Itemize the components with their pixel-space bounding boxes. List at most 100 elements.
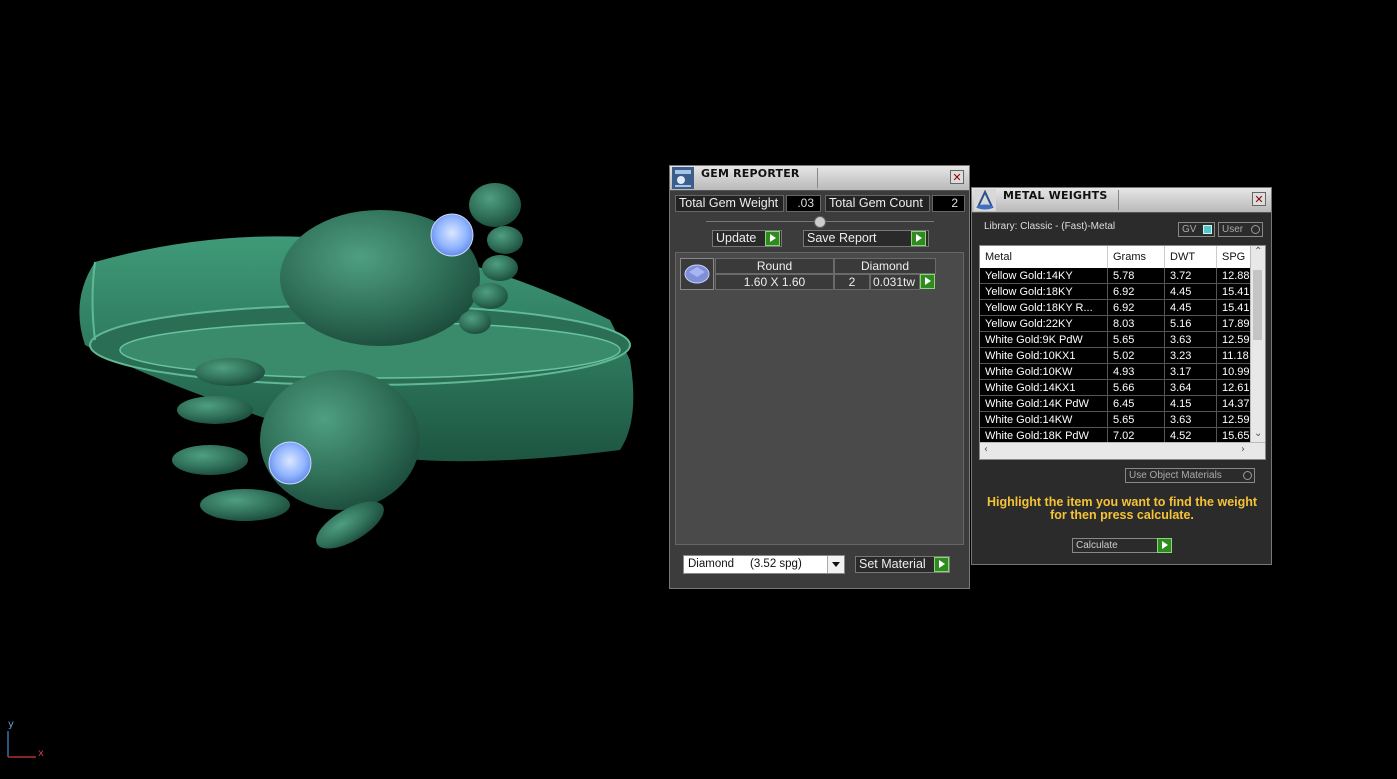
metal-table[interactable]: Metal Grams DWT SPG Yellow Gold:14KY 5.78… xyxy=(979,245,1266,460)
gv-toggle-label: GV xyxy=(1182,224,1197,235)
cell-metal-name: Yellow Gold:14KY xyxy=(980,268,1108,284)
scroll-down-icon[interactable]: ⌄ xyxy=(1254,428,1262,439)
cell-dwt: 4.45 xyxy=(1165,284,1217,300)
table-row[interactable]: White Gold:14KW 5.65 3.63 12.59 xyxy=(980,412,1251,428)
gem-reporter-app-icon xyxy=(672,167,694,189)
cell-metal-name: White Gold:9K PdW xyxy=(980,332,1108,348)
cell-spg: 15.41 xyxy=(1217,284,1251,300)
cell-grams: 6.92 xyxy=(1108,284,1165,300)
cell-spg: 15.41 xyxy=(1217,300,1251,316)
cell-spg: 17.89 xyxy=(1217,316,1251,332)
cell-metal-name: White Gold:10KW xyxy=(980,364,1108,380)
cell-grams: 8.03 xyxy=(1108,316,1165,332)
vertical-scrollbar[interactable]: ⌃ ⌄ xyxy=(1250,246,1265,443)
gem-reporter-titlebar[interactable]: GEM REPORTER ✕ xyxy=(670,166,969,191)
cell-dwt: 4.45 xyxy=(1165,300,1217,316)
vertical-scrollbar-thumb[interactable] xyxy=(1253,270,1262,340)
cell-metal-name: Yellow Gold:22KY xyxy=(980,316,1108,332)
material-select-value: Diamond (3.52 spg) xyxy=(688,558,802,570)
cell-dwt: 3.72 xyxy=(1165,268,1217,284)
metal-weights-titlebar[interactable]: METAL WEIGHTS ✕ xyxy=(972,188,1271,213)
gem-size: 1.60 X 1.60 xyxy=(715,274,834,290)
table-row[interactable]: White Gold:14K PdW 6.45 4.15 14.37 xyxy=(980,396,1251,412)
metal-weights-panel: METAL WEIGHTS ✕ Library: Classic - (Fast… xyxy=(971,187,1272,565)
axis-x-label: x xyxy=(38,748,44,759)
ring-model xyxy=(79,183,634,549)
cell-metal-name: White Gold:14KX1 xyxy=(980,380,1108,396)
cell-metal-name: White Gold:14KW xyxy=(980,412,1108,428)
cell-spg: 12.59 xyxy=(1217,332,1251,348)
scroll-right-icon[interactable]: › xyxy=(1241,444,1245,455)
gv-toggle[interactable]: GV xyxy=(1178,222,1215,237)
cell-metal-name: White Gold:14K PdW xyxy=(980,396,1108,412)
table-row[interactable]: White Gold:10KX1 5.02 3.23 11.18 xyxy=(980,348,1251,364)
column-header-dwt[interactable]: DWT xyxy=(1165,246,1217,268)
scroll-up-icon[interactable]: ⌃ xyxy=(1254,246,1262,257)
table-row[interactable]: Yellow Gold:22KY 8.03 5.16 17.89 xyxy=(980,316,1251,332)
cell-grams: 5.65 xyxy=(1108,412,1165,428)
horizontal-scrollbar[interactable]: ‹ › xyxy=(980,442,1265,459)
user-toggle-label: User xyxy=(1222,224,1244,235)
cell-metal-name: White Gold:10KX1 xyxy=(980,348,1108,364)
cell-spg: 14.37 xyxy=(1217,396,1251,412)
calculate-go-icon[interactable] xyxy=(1157,538,1172,553)
cell-spg: 12.61 xyxy=(1217,380,1251,396)
cell-metal-name: Yellow Gold:18KY xyxy=(980,284,1108,300)
table-row[interactable]: White Gold:9K PdW 5.65 3.63 12.59 xyxy=(980,332,1251,348)
gem-material: Diamond xyxy=(834,258,936,274)
scroll-left-icon[interactable]: ‹ xyxy=(984,444,988,455)
round-gem-icon xyxy=(680,258,714,290)
cell-spg: 10.99 xyxy=(1217,364,1251,380)
cell-metal-name: Yellow Gold:18KY R... xyxy=(980,300,1108,316)
cell-dwt: 3.63 xyxy=(1165,332,1217,348)
column-header-metal[interactable]: Metal xyxy=(980,246,1108,268)
cell-grams: 5.66 xyxy=(1108,380,1165,396)
table-row[interactable]: Yellow Gold:18KY 6.92 4.45 15.41 xyxy=(980,284,1251,300)
column-header-grams[interactable]: Grams xyxy=(1108,246,1165,268)
splitter-knob-icon[interactable] xyxy=(814,216,826,228)
axis-y-label: y xyxy=(8,719,14,730)
cell-grams: 5.78 xyxy=(1108,268,1165,284)
table-row[interactable]: Yellow Gold:18KY R... 6.92 4.45 15.41 xyxy=(980,300,1251,316)
table-row[interactable]: White Gold:14KX1 5.66 3.64 12.61 xyxy=(980,380,1251,396)
gem-weight: 0.031tw xyxy=(870,274,920,290)
cell-grams: 5.65 xyxy=(1108,332,1165,348)
close-icon[interactable]: ✕ xyxy=(950,170,964,184)
table-row[interactable]: Yellow Gold:14KY 5.78 3.72 12.88 xyxy=(980,268,1251,284)
update-go-icon[interactable] xyxy=(765,231,780,246)
gem-list[interactable]: Round Diamond 1.60 X 1.60 2 0.031tw xyxy=(675,252,964,545)
cell-spg: 12.88 xyxy=(1217,268,1251,284)
set-material-go-icon[interactable] xyxy=(934,557,949,572)
total-gem-count-label: Total Gem Count xyxy=(825,195,930,212)
total-gem-count-value: 2 xyxy=(932,195,965,212)
gem-count: 2 xyxy=(834,274,870,290)
total-gem-weight-value: .03 xyxy=(786,195,821,212)
save-report-go-icon[interactable] xyxy=(911,231,926,246)
column-header-spg[interactable]: SPG xyxy=(1217,246,1251,268)
gem-shape: Round xyxy=(715,258,834,274)
cell-grams: 6.45 xyxy=(1108,396,1165,412)
library-label: Library: Classic - (Fast)-Metal xyxy=(984,221,1116,232)
cell-dwt: 3.23 xyxy=(1165,348,1217,364)
cell-grams: 6.92 xyxy=(1108,300,1165,316)
gem-reporter-panel: GEM REPORTER ✕ Total Gem Weight .03 Tota… xyxy=(669,165,970,589)
table-header: Metal Grams DWT SPG xyxy=(980,246,1251,268)
metal-weights-app-icon xyxy=(974,189,996,211)
cell-spg: 11.18 xyxy=(1217,348,1251,364)
cell-dwt: 3.64 xyxy=(1165,380,1217,396)
cell-grams: 5.02 xyxy=(1108,348,1165,364)
gem-list-item[interactable]: Round Diamond 1.60 X 1.60 2 0.031tw xyxy=(680,258,938,291)
close-icon[interactable]: ✕ xyxy=(1252,192,1266,206)
table-row[interactable]: White Gold:10KW 4.93 3.17 10.99 xyxy=(980,364,1251,380)
cell-grams: 4.93 xyxy=(1108,364,1165,380)
cell-spg: 12.59 xyxy=(1217,412,1251,428)
use-object-materials-toggle[interactable]: Use Object Materials xyxy=(1125,468,1255,483)
user-toggle[interactable]: User xyxy=(1218,222,1263,237)
metal-weights-title: METAL WEIGHTS xyxy=(1003,189,1108,202)
use-object-materials-label: Use Object Materials xyxy=(1129,470,1222,481)
calculate-label: Calculate xyxy=(1076,540,1118,551)
material-select[interactable]: Diamond (3.52 spg) xyxy=(683,555,845,574)
chevron-down-icon[interactable] xyxy=(827,556,844,573)
cell-dwt: 3.17 xyxy=(1165,364,1217,380)
gem-weight-go-icon[interactable] xyxy=(920,274,935,289)
